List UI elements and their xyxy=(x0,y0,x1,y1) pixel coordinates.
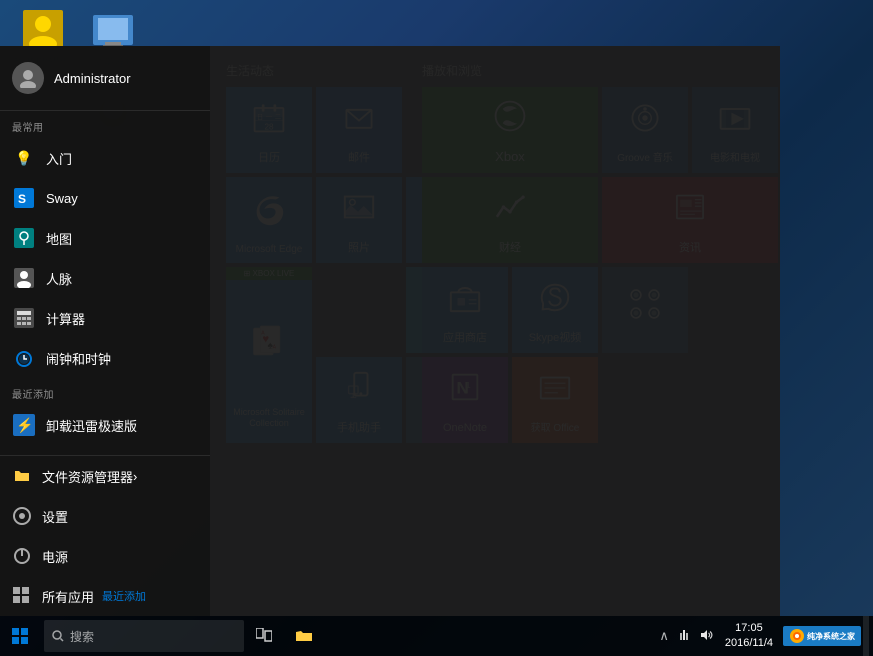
speaker-icon xyxy=(699,628,713,642)
start-menu: Administrator 最常用 💡 入门 S Sway xyxy=(0,46,780,616)
xunlei-icon: ⚡ xyxy=(12,413,36,437)
frequent-section-title: 最常用 xyxy=(0,111,210,138)
sidebar-item-maps[interactable]: 地图 xyxy=(0,218,210,258)
sidebar-item-power[interactable]: 电源 xyxy=(0,536,210,576)
taskbar: 搜索 ∧ xyxy=(0,616,873,656)
power-icon xyxy=(12,546,32,566)
search-icon xyxy=(52,630,64,642)
people-icon xyxy=(12,266,36,290)
task-view-icon xyxy=(256,628,272,644)
admin-icon xyxy=(23,10,63,50)
desktop: Administra... 宽带连接 xyxy=(0,0,873,656)
files-icon xyxy=(12,466,32,486)
network-icon[interactable] xyxy=(673,628,695,645)
alarm-icon xyxy=(12,346,36,370)
ycwjzy-brand[interactable]: 纯净系统之家 xyxy=(783,626,861,646)
svg-text:⚡: ⚡ xyxy=(16,417,33,434)
sidebar-item-people[interactable]: 人脉 xyxy=(0,258,210,298)
file-explorer-button[interactable] xyxy=(284,616,324,656)
search-placeholder: 搜索 xyxy=(70,628,94,645)
tray-expand[interactable]: ∧ xyxy=(655,628,673,644)
sidebar-item-xunlei[interactable]: ⚡ 卸载迅雷极速版 xyxy=(0,405,210,445)
user-section[interactable]: Administrator xyxy=(0,46,210,111)
folder-icon xyxy=(295,628,313,644)
search-bar[interactable]: 搜索 xyxy=(44,620,244,652)
brand-text: 纯净系统之家 xyxy=(807,631,855,642)
start-menu-left: Administrator 最常用 💡 入门 S Sway xyxy=(0,46,210,616)
show-desktop-button[interactable] xyxy=(863,616,869,656)
recently-added-link[interactable]: 最近添加 xyxy=(102,588,146,604)
calc-icon xyxy=(12,306,36,330)
taskbar-right: ∧ 17:05 2016/11/4 xyxy=(655,616,873,656)
volume-icon[interactable] xyxy=(695,628,717,645)
sidebar-item-sway[interactable]: S Sway xyxy=(0,178,210,218)
recent-section-title: 最近添加 xyxy=(0,378,210,405)
brand-icon xyxy=(789,628,805,644)
sidebar-item-intro[interactable]: 💡 入门 xyxy=(0,138,210,178)
all-apps-icon xyxy=(12,586,32,606)
sidebar-item-settings[interactable]: 设置 xyxy=(0,496,210,536)
intro-icon: 💡 xyxy=(12,146,36,170)
system-clock[interactable]: 17:05 2016/11/4 xyxy=(717,621,781,652)
settings-icon xyxy=(12,506,32,526)
files-arrow: › xyxy=(133,469,137,484)
broadband-icon xyxy=(93,10,133,50)
task-view-button[interactable] xyxy=(244,616,284,656)
svg-text:S: S xyxy=(18,192,26,206)
sway-icon: S xyxy=(12,186,36,210)
sidebar-item-calc[interactable]: 计算器 xyxy=(0,298,210,338)
all-apps-section[interactable]: 所有应用 最近添加 xyxy=(0,576,210,616)
user-name: Administrator xyxy=(54,71,131,86)
windows-logo xyxy=(12,628,28,644)
start-button[interactable] xyxy=(0,616,40,656)
start-bottom: 文件资源管理器 › 设置 xyxy=(0,455,210,576)
avatar xyxy=(12,62,44,94)
sidebar-item-alarm[interactable]: 闹钟和时钟 xyxy=(0,338,210,378)
clock-date: 2016/11/4 xyxy=(725,636,773,651)
maps-icon xyxy=(12,226,36,250)
network-indicator xyxy=(677,628,691,642)
clock-time: 17:05 xyxy=(725,621,773,636)
sidebar-item-files[interactable]: 文件资源管理器 › xyxy=(0,456,210,496)
